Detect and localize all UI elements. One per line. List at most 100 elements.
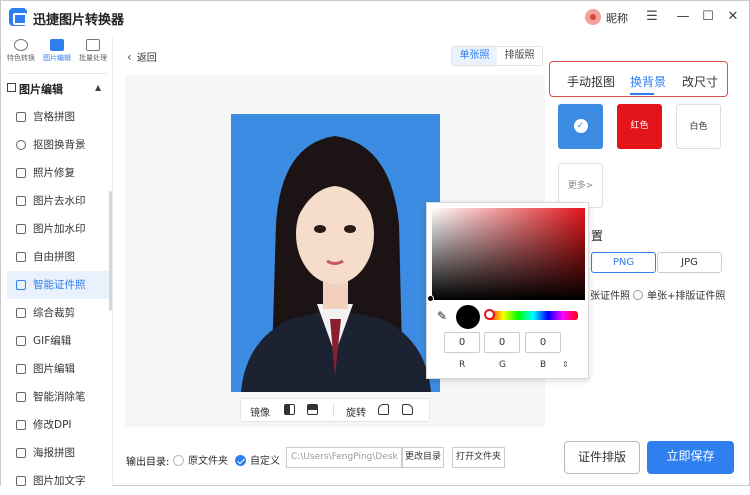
minimize-icon[interactable]: —: [673, 7, 693, 27]
sidebar-item-id-photo[interactable]: 智能证件照: [7, 271, 111, 299]
mode-switch-icon[interactable]: ⇕: [562, 360, 569, 369]
sidebar-item-gif[interactable]: GIF编辑: [1, 327, 111, 355]
tab-layout-photo[interactable]: 排版照: [497, 47, 542, 65]
id-photo-icon: [16, 280, 26, 290]
blue-input[interactable]: 0: [525, 332, 561, 353]
swatch-white[interactable]: 白色: [676, 104, 721, 149]
swatch-blue[interactable]: ✓: [558, 104, 603, 149]
tab-resize[interactable]: 改尺寸: [682, 73, 718, 90]
radio-label: 单张+排版证件照: [647, 291, 726, 302]
tab-batch[interactable]: 批量处理: [75, 39, 111, 63]
crop-icon: [16, 308, 26, 318]
divider: [333, 403, 334, 417]
menu-icon[interactable]: ☰: [642, 7, 662, 27]
back-label: 返回: [136, 53, 157, 64]
poster-icon: [16, 448, 26, 458]
app-window: 迅捷图片转换器 昵称 ☰ — ☐ ✕ 特色转换 图片编辑 批量处理 图片编辑 ▲…: [0, 0, 750, 487]
red-input[interactable]: 0: [444, 332, 480, 353]
batch-icon: [86, 39, 100, 51]
radio-custom-folder[interactable]: 自定义: [235, 452, 280, 467]
tab-change-background[interactable]: 换背景: [630, 73, 666, 90]
save-now-button[interactable]: 立即保存: [647, 441, 734, 474]
image-edit-icon: [50, 39, 64, 51]
watermark-remove-icon: [16, 196, 26, 206]
radio-label: 自定义: [250, 456, 280, 467]
sidebar-scrollbar[interactable]: [109, 191, 112, 311]
sidebar-item-poster[interactable]: 海报拼图: [1, 439, 111, 467]
grid-icon: [16, 112, 26, 122]
id-photo-preview[interactable]: [231, 114, 440, 392]
sidebar-top-tabs: 特色转换 图片编辑 批量处理: [1, 37, 113, 71]
sidebar-item-photo-repair[interactable]: 照片修复: [1, 159, 111, 187]
app-title: 迅捷图片转换器: [33, 13, 125, 28]
mirror-horizontal-icon[interactable]: [284, 404, 295, 415]
change-dir-button[interactable]: 更改目录: [402, 447, 444, 468]
sidebar-menu: 宫格拼图 抠图换背景 照片修复 图片去水印 图片加水印 自由拼图 智能证件照 综…: [1, 103, 111, 495]
format-png-button[interactable]: PNG: [591, 252, 656, 273]
sidebar-item-label: 图片编辑: [33, 363, 75, 375]
id-layout-button[interactable]: 证件排版: [564, 441, 640, 474]
hue-slider[interactable]: [488, 311, 578, 320]
divider: [7, 73, 107, 74]
sidebar-item-eraser[interactable]: 智能消除笔: [1, 383, 111, 411]
saturation-value-area[interactable]: [432, 208, 585, 300]
swatch-red[interactable]: 红色: [617, 104, 662, 149]
avatar[interactable]: [585, 9, 601, 25]
sidebar-item-grid-collage[interactable]: 宫格拼图: [1, 103, 111, 131]
sidebar-item-add-watermark[interactable]: 图片加水印: [1, 215, 111, 243]
cutout-icon: [16, 140, 26, 150]
sidebar-item-add-text[interactable]: 图片加文字: [1, 467, 111, 495]
color-cursor[interactable]: [427, 295, 434, 302]
radio-label: 原文件夹: [188, 456, 228, 467]
maximize-icon[interactable]: ☐: [698, 7, 718, 27]
radio-label: 张证件照: [590, 291, 630, 302]
radio-circle: [173, 455, 184, 466]
rotate-left-icon[interactable]: [378, 404, 389, 415]
sidebar-item-label: 自由拼图: [33, 251, 75, 263]
back-button[interactable]: ‹ 返回: [127, 49, 157, 64]
sidebar-item-label: 修改DPI: [33, 419, 72, 431]
tab-image-edit[interactable]: 图片编辑: [39, 39, 75, 63]
tab-label: 特色转换: [7, 54, 35, 62]
nickname[interactable]: 昵称: [606, 10, 628, 26]
chevron-left-icon: ‹: [127, 50, 132, 64]
sidebar-item-label: 图片加文字: [33, 475, 86, 487]
green-input[interactable]: 0: [484, 332, 520, 353]
output-dir-label: 输出目录:: [126, 457, 170, 468]
radio-circle: [633, 290, 643, 300]
sidebar-item-cutout[interactable]: 抠图换背景: [1, 131, 111, 159]
sidebar-item-remove-watermark[interactable]: 图片去水印: [1, 187, 111, 215]
tab-feature-convert[interactable]: 特色转换: [3, 39, 39, 63]
eyedropper-icon[interactable]: ✎: [437, 309, 447, 323]
sidebar-item-label: 智能消除笔: [33, 391, 86, 403]
radio-id-photo[interactable]: 张证件照: [590, 287, 630, 302]
format-jpg-button[interactable]: JPG: [657, 252, 722, 273]
chevron-up-icon[interactable]: ▲: [95, 83, 101, 92]
tab-manual-cutout[interactable]: 手动抠图: [567, 73, 615, 90]
sidebar-item-dpi[interactable]: 修改DPI: [1, 411, 111, 439]
sidebar-item-free-collage[interactable]: 自由拼图: [1, 243, 111, 271]
mirror-vertical-icon[interactable]: [307, 404, 318, 415]
gif-icon: [16, 336, 26, 346]
section-title[interactable]: 图片编辑: [19, 81, 63, 97]
dpi-icon: [16, 420, 26, 430]
radio-source-folder[interactable]: 原文件夹: [173, 452, 228, 467]
sidebar-item-image-edit[interactable]: 图片编辑: [1, 355, 111, 383]
hue-slider-handle[interactable]: [484, 309, 495, 320]
open-folder-button[interactable]: 打开文件夹: [452, 447, 505, 468]
mirror-label: 镜像: [250, 408, 270, 419]
radio-single-plus-layout[interactable]: 单张+排版证件照: [633, 287, 725, 302]
close-icon[interactable]: ✕: [723, 7, 743, 27]
sidebar-item-label: 海报拼图: [33, 447, 75, 459]
sidebar-item-crop[interactable]: 综合裁剪: [1, 299, 111, 327]
sidebar-item-label: 图片加水印: [33, 223, 86, 235]
rotate-label: 旋转: [346, 408, 366, 419]
rotate-right-icon[interactable]: [402, 404, 413, 415]
sidebar-item-label: 图片去水印: [33, 195, 86, 207]
text-icon: [16, 476, 26, 486]
portrait-image: [231, 114, 440, 392]
tab-single-photo[interactable]: 单张照: [452, 47, 497, 65]
output-path-field[interactable]: C:\Users\FengPing\Desk: [286, 447, 402, 468]
check-icon: ✓: [573, 119, 588, 133]
color-picker-popup: ✎ 0 0 0 R G B ⇕: [426, 202, 589, 379]
